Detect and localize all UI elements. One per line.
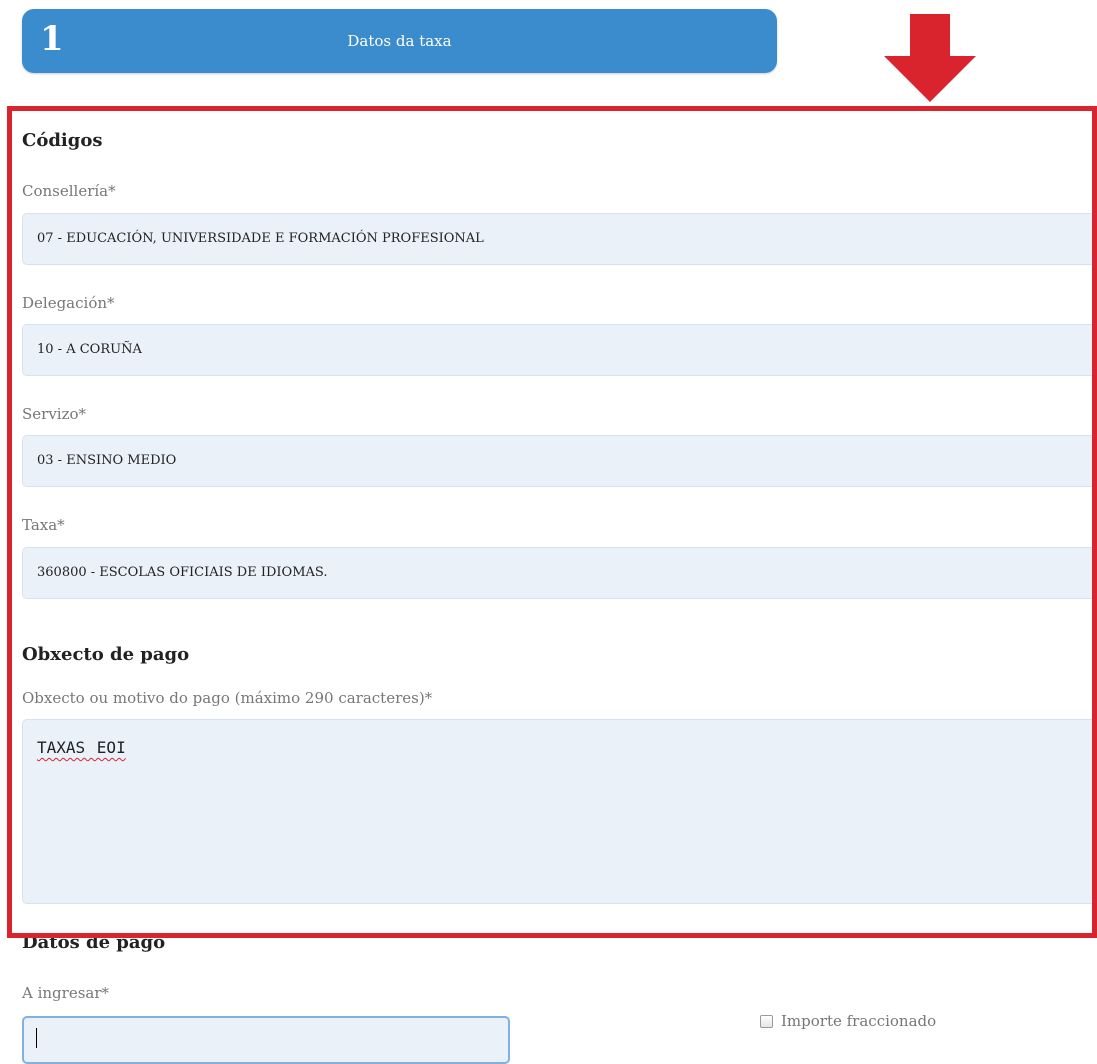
fractional-amount-label: Importe fraccionado bbox=[781, 1012, 937, 1030]
amount-input[interactable] bbox=[22, 1016, 510, 1064]
delegacion-label: Delegación* bbox=[22, 294, 115, 312]
conselleria-value: 07 - EDUCACIÓN, UNIVERSIDADE E FORMACIÓN… bbox=[37, 231, 484, 246]
step-title: Datos da taxa bbox=[347, 32, 452, 50]
arrow-down-icon bbox=[884, 14, 976, 102]
servizo-value: 03 - ENSINO MEDIO bbox=[37, 453, 177, 468]
fractional-amount-checkbox[interactable] bbox=[760, 1014, 773, 1028]
amount-label: A ingresar* bbox=[22, 984, 110, 1002]
codigos-heading: Códigos bbox=[22, 130, 103, 151]
delegacion-value: 10 - A CORUÑA bbox=[37, 342, 142, 357]
obxecto-heading: Obxecto de pago bbox=[22, 644, 190, 665]
obxecto-textarea[interactable]: TAXAS EOI bbox=[22, 719, 1097, 904]
text-caret bbox=[36, 1028, 37, 1048]
taxa-label: Taxa* bbox=[22, 516, 65, 534]
taxa-field[interactable]: 360800 - ESCOLAS OFICIAIS DE IDIOMAS. bbox=[22, 547, 1097, 599]
delegacion-field[interactable]: 10 - A CORUÑA bbox=[22, 324, 1097, 376]
fractional-amount-row[interactable]: Importe fraccionado bbox=[760, 1012, 936, 1030]
taxa-value: 360800 - ESCOLAS OFICIAIS DE IDIOMAS. bbox=[37, 565, 328, 580]
conselleria-label: Consellería* bbox=[22, 182, 116, 200]
obxecto-value: TAXAS EOI bbox=[37, 738, 126, 757]
obxecto-label: Obxecto ou motivo do pago (máximo 290 ca… bbox=[22, 689, 433, 707]
conselleria-field[interactable]: 07 - EDUCACIÓN, UNIVERSIDADE E FORMACIÓN… bbox=[22, 213, 1097, 265]
step-header: 1 Datos da taxa bbox=[22, 9, 777, 73]
servizo-field[interactable]: 03 - ENSINO MEDIO bbox=[22, 435, 1097, 487]
servizo-label: Servizo* bbox=[22, 405, 87, 423]
datos-pago-heading: Datos de pago bbox=[22, 932, 166, 953]
